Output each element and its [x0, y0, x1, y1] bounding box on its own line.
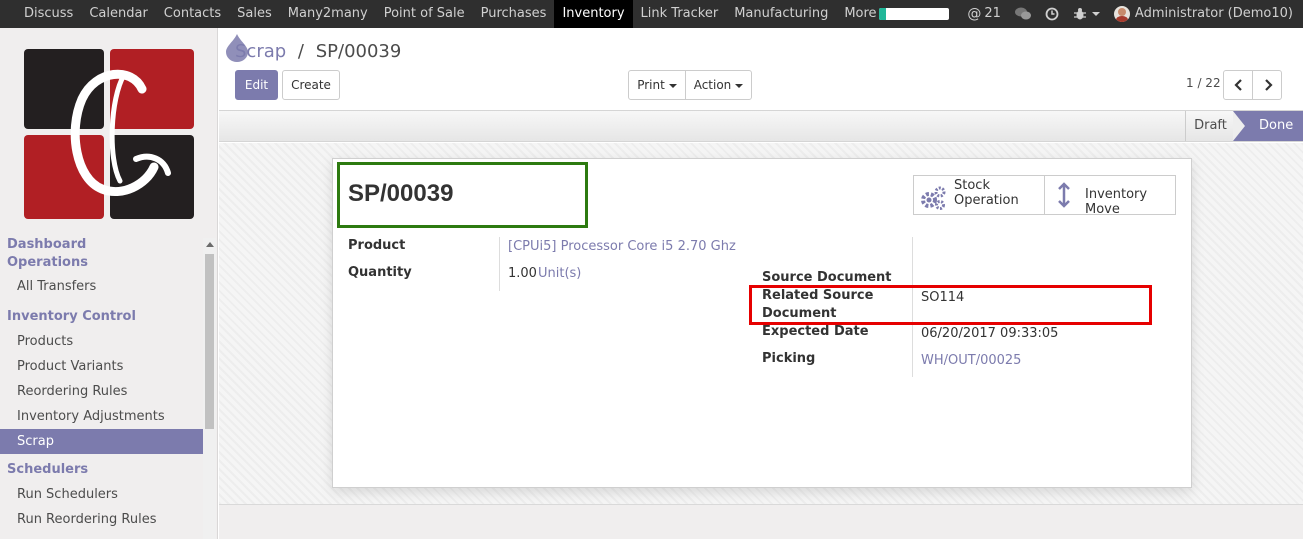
inventory-move-button[interactable]: Inventory Move: [1044, 175, 1176, 217]
create-button[interactable]: Create: [282, 70, 340, 100]
app-menu: Discuss Calendar Contacts Sales Many2man…: [16, 0, 897, 28]
menu-sales[interactable]: Sales: [229, 0, 280, 28]
breadcrumb: Scrap / SP/00039: [235, 41, 401, 62]
menu-point-of-sale[interactable]: Point of Sale: [376, 0, 473, 28]
quantity-uom[interactable]: Unit(s): [538, 265, 581, 283]
picking-value[interactable]: WH/OUT/00025: [921, 352, 1021, 370]
systray: @ 21 Administrator (Demo10): [879, 0, 1303, 28]
cursor-drop-icon: [226, 34, 248, 62]
sidebar-item-all-transfers[interactable]: All Transfers: [0, 274, 203, 299]
stage-arrow-icon: [1233, 111, 1245, 141]
menu-more-label: More: [844, 6, 877, 21]
quantity-label: Quantity: [348, 265, 412, 280]
progress-bar[interactable]: [879, 8, 950, 20]
menu-manufacturing[interactable]: Manufacturing: [726, 0, 836, 28]
menu-link-tracker[interactable]: Link Tracker: [633, 0, 727, 28]
sidebar-nav: Dashboard Operations All Transfers Inven…: [0, 236, 203, 532]
chevron-right-icon: [1265, 79, 1273, 91]
quantity-value: 1.00: [508, 266, 537, 281]
sidebar-item-run-reordering-rules[interactable]: Run Reordering Rules: [0, 507, 203, 532]
footer-strip: [219, 504, 1303, 539]
print-button[interactable]: Print: [628, 70, 686, 100]
section-inventory-control[interactable]: Inventory Control: [0, 308, 203, 326]
mentions[interactable]: @ 21: [967, 0, 1001, 28]
gears-icon: [921, 186, 946, 210]
stock-operation-label-2: Operation: [954, 193, 1019, 208]
avatar: [1113, 6, 1130, 22]
mentions-count: 21: [984, 6, 1001, 21]
breadcrumb-separator: /: [297, 41, 304, 62]
stock-operation-label-1: Stock: [954, 178, 990, 193]
chat-button[interactable]: [1014, 7, 1031, 21]
pager-previous-button[interactable]: [1223, 70, 1253, 100]
menu-many2many[interactable]: Many2many: [280, 0, 376, 28]
pager-value[interactable]: 1 / 22: [1186, 76, 1221, 90]
status-bar: Draft Done: [219, 110, 1303, 142]
stage-draft[interactable]: Draft: [1185, 111, 1235, 141]
menu-contacts[interactable]: Contacts: [156, 0, 229, 28]
debug-button[interactable]: [1073, 7, 1100, 21]
user-menu[interactable]: Administrator (Demo10): [1113, 0, 1293, 28]
picking-label: Picking: [762, 351, 816, 366]
action-label: Action: [693, 78, 732, 92]
company-logo: [24, 49, 194, 219]
sidebar-item-scrap[interactable]: Scrap: [0, 429, 203, 454]
inventory-move-label: Inventory Move: [1085, 187, 1148, 217]
related-source-highlight-box: [749, 285, 1152, 325]
menu-discuss[interactable]: Discuss: [16, 0, 81, 28]
sidebar: Dashboard Operations All Transfers Inven…: [0, 28, 218, 539]
arrows-v-icon: [1058, 182, 1070, 208]
stock-operation-button[interactable]: Stock Operation: [913, 175, 1045, 215]
chevron-left-icon: [1234, 79, 1242, 91]
section-dashboard-operations[interactable]: Dashboard Operations: [0, 236, 90, 272]
scroll-up-arrow-icon[interactable]: [206, 242, 214, 247]
action-button[interactable]: Action: [685, 70, 752, 100]
scrollbar-thumb[interactable]: [205, 254, 214, 429]
expected-date-label: Expected Date: [762, 324, 869, 339]
chat-icon: [1014, 7, 1031, 20]
print-label: Print: [637, 78, 665, 92]
user-name: Administrator (Demo10): [1134, 6, 1293, 21]
sidebar-item-products[interactable]: Products: [0, 329, 203, 354]
caret-down-icon: [1091, 12, 1100, 16]
left-group-separator: [499, 237, 500, 291]
sidebar-scrollbar[interactable]: [203, 238, 216, 539]
sidebar-item-inventory-adjustments[interactable]: Inventory Adjustments: [0, 404, 203, 429]
menu-calendar[interactable]: Calendar: [81, 0, 155, 28]
sidebar-item-reordering-rules[interactable]: Reordering Rules: [0, 379, 203, 404]
sidebar-item-run-schedulers[interactable]: Run Schedulers: [0, 482, 203, 507]
activity-button[interactable]: [1045, 7, 1059, 21]
menu-purchases[interactable]: Purchases: [473, 0, 555, 28]
edit-button[interactable]: Edit: [235, 70, 278, 100]
progress-fill: [879, 8, 887, 20]
section-schedulers[interactable]: Schedulers: [0, 461, 203, 479]
clock-icon: [1045, 7, 1059, 21]
breadcrumb-current: SP/00039: [315, 41, 402, 62]
expected-date-value: 06/20/2017 09:33:05: [921, 326, 1059, 341]
caret-down-icon: [668, 83, 677, 88]
at-icon: @: [967, 6, 982, 22]
caret-down-icon: [735, 83, 744, 88]
top-navbar: Discuss Calendar Contacts Sales Many2man…: [0, 0, 1303, 28]
product-value[interactable]: [CPUi5] Processor Core i5 2.70 Ghz: [508, 238, 736, 256]
product-label: Product: [348, 238, 406, 253]
menu-inventory[interactable]: Inventory: [554, 0, 633, 28]
pager-next-button[interactable]: [1252, 70, 1282, 100]
sidebar-item-product-variants[interactable]: Product Variants: [0, 354, 203, 379]
bug-icon: [1073, 8, 1086, 20]
record-title: SP/00039: [348, 180, 454, 207]
